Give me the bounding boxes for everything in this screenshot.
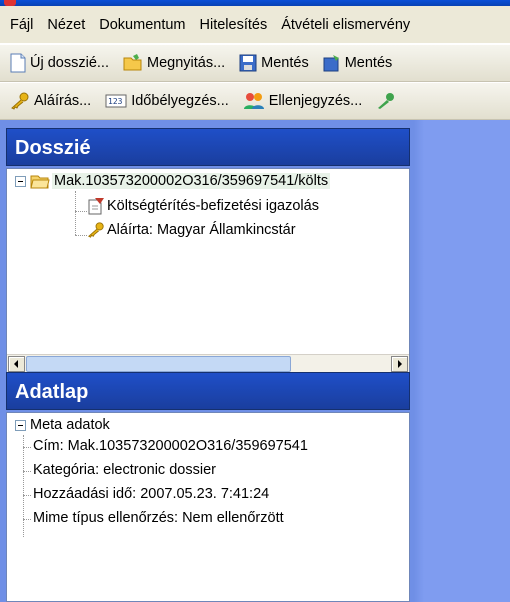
- menu-view[interactable]: Nézet: [41, 17, 93, 33]
- dossier-root-label: Mak.103573200002O316/359697541/költs: [52, 173, 331, 189]
- tree-connector: [23, 471, 31, 472]
- tree-connector: [75, 191, 76, 235]
- datasheet-title: Adatlap: [15, 381, 89, 403]
- datasheet-tree[interactable]: Meta adatok Cím: Mak.103573200002O316/35…: [6, 412, 410, 602]
- meta-row-added-time[interactable]: Hozzáadási idő: 2007.05.23. 7:41:24: [33, 486, 269, 502]
- meta-row-category[interactable]: Kategória: electronic dossier: [33, 462, 216, 478]
- menu-certification[interactable]: Hitelesítés: [194, 17, 276, 33]
- tree-connector: [23, 435, 24, 537]
- tree-root-item[interactable]: Mak.103573200002O316/359697541/költs: [15, 173, 331, 189]
- dossier-header: Dosszié: [6, 128, 410, 166]
- sign-label: Aláírás...: [34, 93, 92, 109]
- timestamp-button[interactable]: 123 Időbélyegzés...: [105, 93, 229, 109]
- collapse-toggle-icon[interactable]: [15, 175, 26, 187]
- datasheet-header: Adatlap: [6, 372, 410, 410]
- menu-document[interactable]: Dokumentum: [93, 17, 193, 33]
- signature-label: Aláírta: Magyar Államkincstár: [107, 222, 296, 238]
- key-icon: [88, 222, 104, 238]
- main-toolbar: Új dosszié... Megnyitás... Mentés Mentés: [0, 44, 510, 82]
- timestamp-icon: 123: [105, 94, 127, 108]
- more-tool-button[interactable]: [376, 92, 400, 110]
- meta-root-label: Meta adatok: [30, 417, 110, 433]
- meta-category-label: Kategória: electronic dossier: [33, 462, 216, 478]
- save-as-button[interactable]: Mentés: [323, 54, 393, 72]
- tree-connector: [23, 495, 31, 496]
- horizontal-scrollbar[interactable]: [7, 354, 409, 372]
- scroll-right-icon[interactable]: [391, 356, 408, 372]
- tree-connector: [75, 211, 87, 212]
- menu-file[interactable]: Fájl: [4, 17, 41, 33]
- open-folder-icon: [30, 175, 50, 189]
- document-label: Költségtérítés-befizetési igazolás: [107, 198, 319, 214]
- sign-button[interactable]: Aláírás...: [10, 92, 91, 110]
- document-view-pane: [414, 120, 510, 602]
- new-dossier-button[interactable]: Új dosszié...: [10, 53, 109, 73]
- save-as-label: Mentés: [344, 55, 393, 71]
- key-icon: [11, 92, 29, 110]
- users-icon: [243, 93, 264, 109]
- open-folder-icon: [123, 54, 142, 71]
- dossier-tree[interactable]: Mak.103573200002O316/359697541/költs Köl…: [6, 168, 410, 373]
- meta-row-title[interactable]: Cím: Mak.103573200002O316/359697541: [33, 438, 308, 454]
- tree-connector: [75, 235, 87, 236]
- scroll-left-icon[interactable]: [8, 356, 25, 372]
- svg-text:123: 123: [108, 97, 123, 106]
- meta-root-item[interactable]: Meta adatok: [15, 417, 110, 433]
- save-label: Mentés: [261, 55, 309, 71]
- new-dossier-label: Új dosszié...: [30, 55, 109, 71]
- collapse-toggle-icon[interactable]: [15, 419, 26, 431]
- meta-mime-check-label: Mime típus ellenőrzés: Nem ellenőrzött: [33, 510, 284, 526]
- countersign-button[interactable]: Ellenjegyzés...: [243, 92, 363, 110]
- open-button[interactable]: Megnyitás...: [123, 54, 225, 72]
- tree-connector: [23, 447, 31, 448]
- left-side-panel: Dosszié Mak.103573200002O316/359697541/k…: [0, 120, 414, 602]
- green-key-icon: [378, 93, 395, 109]
- timestamp-label: Időbélyegzés...: [131, 93, 229, 109]
- tree-item-document[interactable]: Költségtérítés-befizetési igazolás: [87, 197, 319, 215]
- countersign-label: Ellenjegyzés...: [268, 93, 363, 109]
- save-button[interactable]: Mentés: [239, 54, 309, 72]
- meta-row-mime-check[interactable]: Mime típus ellenőrzés: Nem ellenőrzött: [33, 510, 284, 526]
- dossier-title: Dosszié: [15, 137, 91, 159]
- open-label: Megnyitás...: [146, 55, 226, 71]
- tree-item-signature[interactable]: Aláírta: Magyar Államkincstár: [87, 221, 296, 239]
- menu-receipt[interactable]: Átvételi elismervény: [275, 17, 418, 33]
- meta-title-label: Cím: Mak.103573200002O316/359697541: [33, 438, 308, 454]
- new-document-icon: [10, 53, 26, 73]
- scrollbar-thumb[interactable]: [26, 356, 291, 372]
- save-as-icon: [323, 55, 339, 72]
- signing-toolbar: Aláírás... 123 Időbélyegzés... Ellenjegy…: [0, 82, 510, 120]
- tree-connector: [23, 519, 31, 520]
- save-disk-icon: [239, 54, 257, 72]
- document-icon: [88, 198, 104, 215]
- meta-added-time-label: Hozzáadási idő: 2007.05.23. 7:41:24: [33, 486, 270, 502]
- menu-bar: Fájl Nézet Dokumentum Hitelesítés Átvéte…: [0, 6, 510, 44]
